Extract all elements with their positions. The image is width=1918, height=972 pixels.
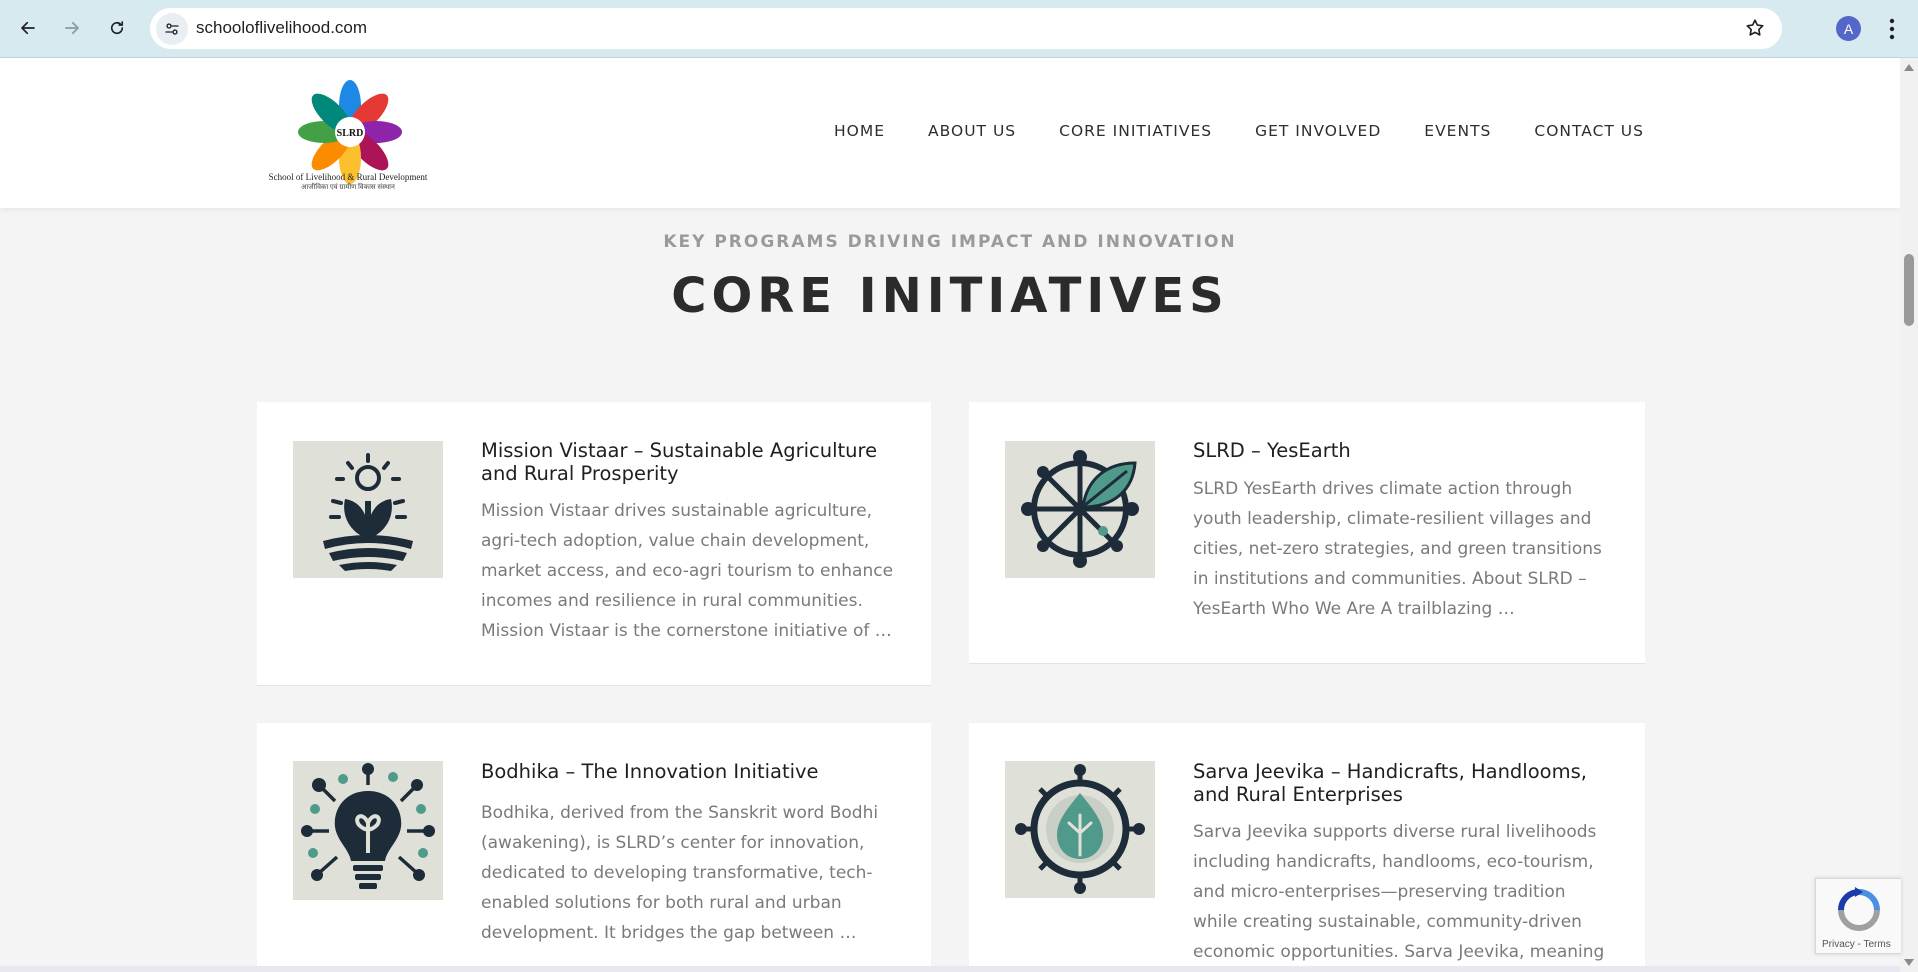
section-title: CORE INITIATIVES bbox=[671, 268, 1229, 324]
card-image[interactable] bbox=[1005, 441, 1155, 578]
card-excerpt: Mission Vistaar drives sustainable agric… bbox=[481, 501, 894, 641]
scroll-up-arrow-icon[interactable] bbox=[1904, 64, 1914, 71]
initiative-card-sarva-jeevika[interactable]: Sarva Jeevika – Handicrafts, Handlooms, … bbox=[969, 723, 1645, 972]
back-arrow-icon bbox=[21, 21, 35, 35]
reload-icon bbox=[110, 21, 124, 35]
reload-button[interactable] bbox=[101, 12, 133, 44]
nav-core-initiatives[interactable]: CORE INITIATIVES bbox=[1059, 122, 1212, 140]
browser-toolbar: schooloflivelihood.com A bbox=[0, 0, 1918, 58]
tune-icon bbox=[165, 23, 179, 35]
card-title[interactable]: Mission Vistaar – Sustainable Agricultur… bbox=[481, 439, 911, 485]
recaptcha-logo-icon bbox=[1838, 887, 1880, 931]
card-image[interactable] bbox=[293, 441, 443, 578]
page-bottom-edge bbox=[0, 966, 1900, 972]
card-title[interactable]: SLRD – YesEarth bbox=[1193, 439, 1623, 462]
avatar-letter: A bbox=[1843, 20, 1854, 37]
leaf-wheel-icon bbox=[1005, 441, 1155, 578]
nav-events[interactable]: EVENTS bbox=[1424, 122, 1491, 140]
site-info-button[interactable] bbox=[156, 13, 188, 45]
sprout-sun-icon bbox=[293, 441, 443, 578]
logo-caption-hindi: आजीविका एवं ग्रामीण विकास संस्थान bbox=[301, 183, 395, 191]
card-image[interactable] bbox=[293, 761, 443, 900]
logo-caption-english: School of Livelihood & Rural Development bbox=[268, 172, 428, 182]
bookmark-star-icon[interactable] bbox=[1744, 17, 1766, 39]
page-scrollbar[interactable] bbox=[1900, 58, 1918, 972]
card-excerpt: SLRD YesEarth drives climate action thro… bbox=[1193, 479, 1602, 619]
card-title[interactable]: Sarva Jeevika – Handicrafts, Handlooms, … bbox=[1193, 760, 1623, 806]
card-excerpt: Sarva Jeevika supports diverse rural liv… bbox=[1193, 822, 1605, 962]
nav-get-involved[interactable]: GET INVOLVED bbox=[1255, 122, 1381, 140]
address-bar[interactable]: schooloflivelihood.com bbox=[150, 8, 1782, 49]
site-header: SLRD School of Livelihood & Rural Develo… bbox=[0, 58, 1900, 208]
profile-avatar[interactable]: A bbox=[1836, 16, 1861, 41]
card-excerpt: Bodhika, derived from the Sanskrit word … bbox=[481, 803, 879, 943]
main-navigation: HOME ABOUT US CORE INITIATIVES GET INVOL… bbox=[834, 122, 1644, 140]
nav-home[interactable]: HOME bbox=[834, 122, 885, 140]
scroll-down-arrow-icon[interactable] bbox=[1904, 959, 1914, 966]
logo-caption: School of Livelihood & Rural Development… bbox=[268, 172, 428, 192]
lightbulb-network-icon bbox=[293, 761, 443, 900]
browser-menu-icon[interactable] bbox=[1882, 16, 1902, 42]
recaptcha-badge[interactable]: Privacy - Terms bbox=[1815, 878, 1901, 954]
initiative-card-mission-vistaar[interactable]: Mission Vistaar – Sustainable Agricultur… bbox=[257, 402, 931, 686]
scroll-thumb[interactable] bbox=[1904, 254, 1914, 326]
card-title[interactable]: Bodhika – The Innovation Initiative bbox=[481, 760, 911, 783]
nav-contact-us[interactable]: CONTACT US bbox=[1534, 122, 1644, 140]
logo-center-text: SLRD bbox=[337, 128, 364, 139]
initiative-card-yesearth[interactable]: SLRD – YesEarth SLRD YesEarth drives cli… bbox=[969, 402, 1645, 664]
back-button[interactable] bbox=[12, 12, 44, 44]
forward-arrow-icon bbox=[65, 21, 79, 35]
initiative-card-bodhika[interactable]: Bodhika – The Innovation Initiative Bodh… bbox=[257, 723, 931, 972]
forward-button[interactable] bbox=[56, 12, 88, 44]
section-kicker: KEY PROGRAMS DRIVING IMPACT AND INNOVATI… bbox=[663, 232, 1237, 252]
url-text[interactable]: schooloflivelihood.com bbox=[196, 18, 367, 38]
nav-about-us[interactable]: ABOUT US bbox=[928, 122, 1016, 140]
leaf-drop-gear-icon bbox=[1005, 761, 1155, 898]
card-image[interactable] bbox=[1005, 761, 1155, 898]
recaptcha-links[interactable]: Privacy - Terms bbox=[1822, 939, 1891, 950]
